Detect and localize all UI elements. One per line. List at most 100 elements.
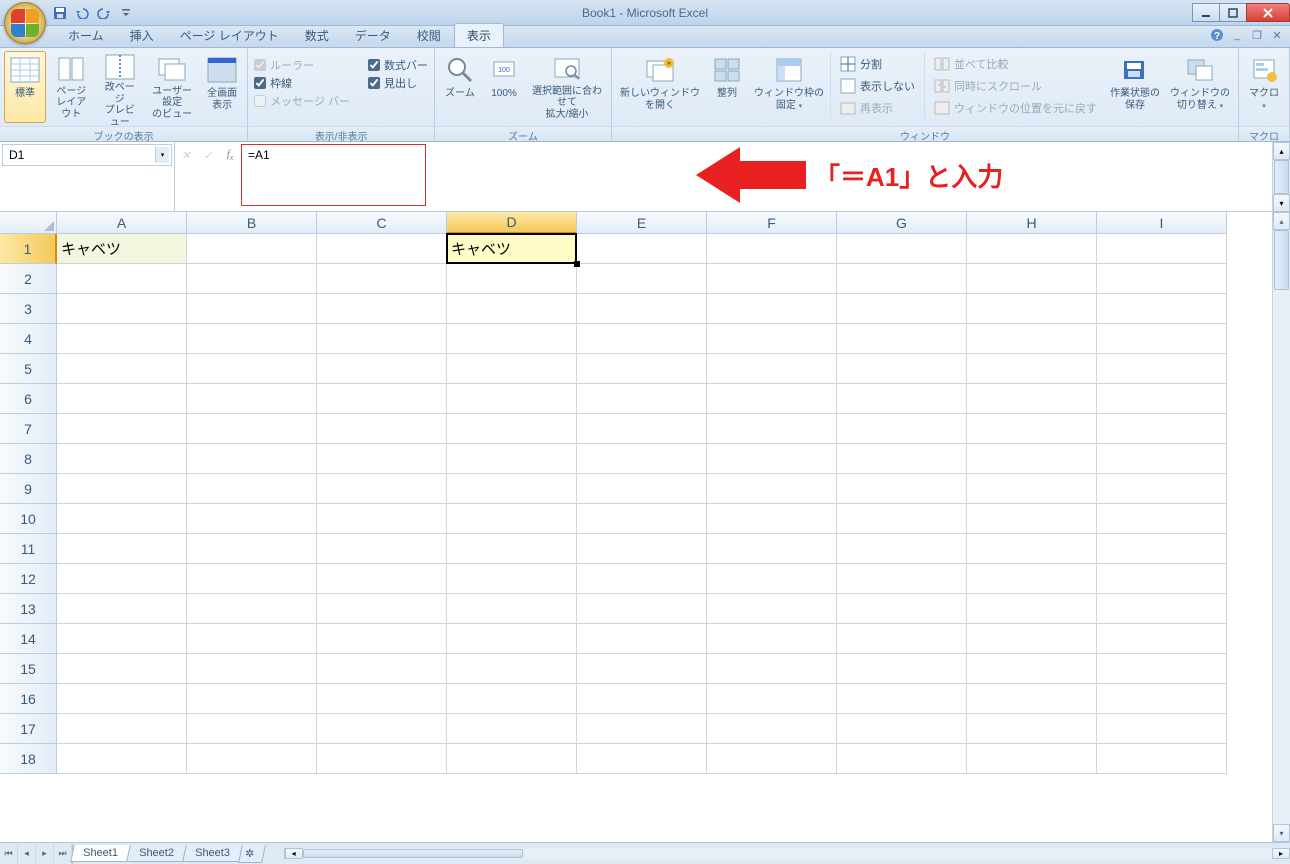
cell-E3[interactable] xyxy=(577,294,707,324)
cell-F10[interactable] xyxy=(707,504,837,534)
cell-E7[interactable] xyxy=(577,414,707,444)
cell-E12[interactable] xyxy=(577,564,707,594)
formula-input[interactable]: =A1 xyxy=(241,144,426,206)
restore-workbook-icon[interactable]: ❐ xyxy=(1250,28,1264,42)
cell-F17[interactable] xyxy=(707,714,837,744)
cell-G7[interactable] xyxy=(837,414,967,444)
cell-A3[interactable] xyxy=(57,294,187,324)
column-header-D[interactable]: D xyxy=(447,212,577,234)
cell-H4[interactable] xyxy=(967,324,1097,354)
select-all-corner[interactable] xyxy=(0,212,57,234)
cell-H11[interactable] xyxy=(967,534,1097,564)
row-header-6[interactable]: 6 xyxy=(0,384,57,414)
cell-G14[interactable] xyxy=(837,624,967,654)
cell-A16[interactable] xyxy=(57,684,187,714)
cell-B17[interactable] xyxy=(187,714,317,744)
new-sheet-icon[interactable]: ✲ xyxy=(238,845,266,863)
hide-button[interactable]: 表示しない xyxy=(835,75,920,97)
cell-A9[interactable] xyxy=(57,474,187,504)
cell-B13[interactable] xyxy=(187,594,317,624)
cell-D1[interactable]: キャベツ xyxy=(447,234,577,264)
column-header-E[interactable]: E xyxy=(577,212,707,234)
headings-checkbox[interactable]: 見出し xyxy=(368,74,428,92)
tab-formulas[interactable]: 数式 xyxy=(292,23,342,47)
cell-I18[interactable] xyxy=(1097,744,1227,774)
cell-I8[interactable] xyxy=(1097,444,1227,474)
cell-H5[interactable] xyxy=(967,354,1097,384)
cell-I11[interactable] xyxy=(1097,534,1227,564)
cell-F1[interactable] xyxy=(707,234,837,264)
cell-I3[interactable] xyxy=(1097,294,1227,324)
cell-E5[interactable] xyxy=(577,354,707,384)
cell-E15[interactable] xyxy=(577,654,707,684)
cell-D3[interactable] xyxy=(447,294,577,324)
cell-G16[interactable] xyxy=(837,684,967,714)
cell-G9[interactable] xyxy=(837,474,967,504)
prev-sheet-icon[interactable]: ◂ xyxy=(18,844,36,864)
formula-bar-scrollbar[interactable]: ▴ ▾ xyxy=(1272,142,1290,212)
cell-A8[interactable] xyxy=(57,444,187,474)
cell-H9[interactable] xyxy=(967,474,1097,504)
cell-E18[interactable] xyxy=(577,744,707,774)
undo-icon[interactable] xyxy=(72,3,92,23)
cell-B12[interactable] xyxy=(187,564,317,594)
cell-C10[interactable] xyxy=(317,504,447,534)
row-header-13[interactable]: 13 xyxy=(0,594,57,624)
cell-C12[interactable] xyxy=(317,564,447,594)
fx-icon[interactable]: fx xyxy=(219,146,241,164)
row-header-17[interactable]: 17 xyxy=(0,714,57,744)
column-header-F[interactable]: F xyxy=(707,212,837,234)
row-header-9[interactable]: 9 xyxy=(0,474,57,504)
close-button[interactable] xyxy=(1246,3,1290,22)
vertical-scrollbar[interactable]: ▴ ▾ xyxy=(1272,212,1290,842)
horizontal-scrollbar[interactable]: ◂ ▸ xyxy=(284,848,1290,859)
cell-D4[interactable] xyxy=(447,324,577,354)
page-layout-button[interactable]: ページ レイアウト xyxy=(48,51,95,123)
cell-F18[interactable] xyxy=(707,744,837,774)
row-header-4[interactable]: 4 xyxy=(0,324,57,354)
cell-D5[interactable] xyxy=(447,354,577,384)
cell-H3[interactable] xyxy=(967,294,1097,324)
cell-D12[interactable] xyxy=(447,564,577,594)
cell-C15[interactable] xyxy=(317,654,447,684)
row-header-14[interactable]: 14 xyxy=(0,624,57,654)
cell-E2[interactable] xyxy=(577,264,707,294)
cell-B1[interactable] xyxy=(187,234,317,264)
cell-D16[interactable] xyxy=(447,684,577,714)
formula-bar-checkbox[interactable]: 数式バー xyxy=(368,56,428,74)
redo-icon[interactable] xyxy=(94,3,114,23)
zoom-button[interactable]: ズーム xyxy=(439,51,481,123)
help-icon[interactable]: ? xyxy=(1210,28,1224,42)
cell-G1[interactable] xyxy=(837,234,967,264)
cell-E6[interactable] xyxy=(577,384,707,414)
cell-G10[interactable] xyxy=(837,504,967,534)
tab-insert[interactable]: 挿入 xyxy=(117,23,167,47)
row-header-12[interactable]: 12 xyxy=(0,564,57,594)
cell-E10[interactable] xyxy=(577,504,707,534)
cell-G3[interactable] xyxy=(837,294,967,324)
cell-I17[interactable] xyxy=(1097,714,1227,744)
cell-B16[interactable] xyxy=(187,684,317,714)
zoom-selection-button[interactable]: 選択範囲に合わせて 拡大/縮小 xyxy=(527,51,607,123)
name-box[interactable]: D1 ▾ xyxy=(2,144,172,166)
next-sheet-icon[interactable]: ▸ xyxy=(36,844,54,864)
column-header-A[interactable]: A xyxy=(57,212,187,234)
cell-B2[interactable] xyxy=(187,264,317,294)
cell-H17[interactable] xyxy=(967,714,1097,744)
row-header-8[interactable]: 8 xyxy=(0,444,57,474)
cell-B4[interactable] xyxy=(187,324,317,354)
gridlines-checkbox[interactable]: 枠線 xyxy=(254,74,350,92)
cell-H8[interactable] xyxy=(967,444,1097,474)
cell-E4[interactable] xyxy=(577,324,707,354)
sheet-tab-3[interactable]: Sheet3 xyxy=(182,845,242,862)
scroll-thumb[interactable] xyxy=(303,849,523,858)
cell-H16[interactable] xyxy=(967,684,1097,714)
page-break-preview-button[interactable]: 改ページ プレビュー xyxy=(97,51,144,123)
sheet-tab-2[interactable]: Sheet2 xyxy=(126,845,186,862)
zoom-100-button[interactable]: 100100% xyxy=(483,51,525,123)
cell-I10[interactable] xyxy=(1097,504,1227,534)
cancel-formula-icon[interactable]: ✕ xyxy=(175,146,197,164)
cell-H13[interactable] xyxy=(967,594,1097,624)
cell-F7[interactable] xyxy=(707,414,837,444)
cell-B6[interactable] xyxy=(187,384,317,414)
